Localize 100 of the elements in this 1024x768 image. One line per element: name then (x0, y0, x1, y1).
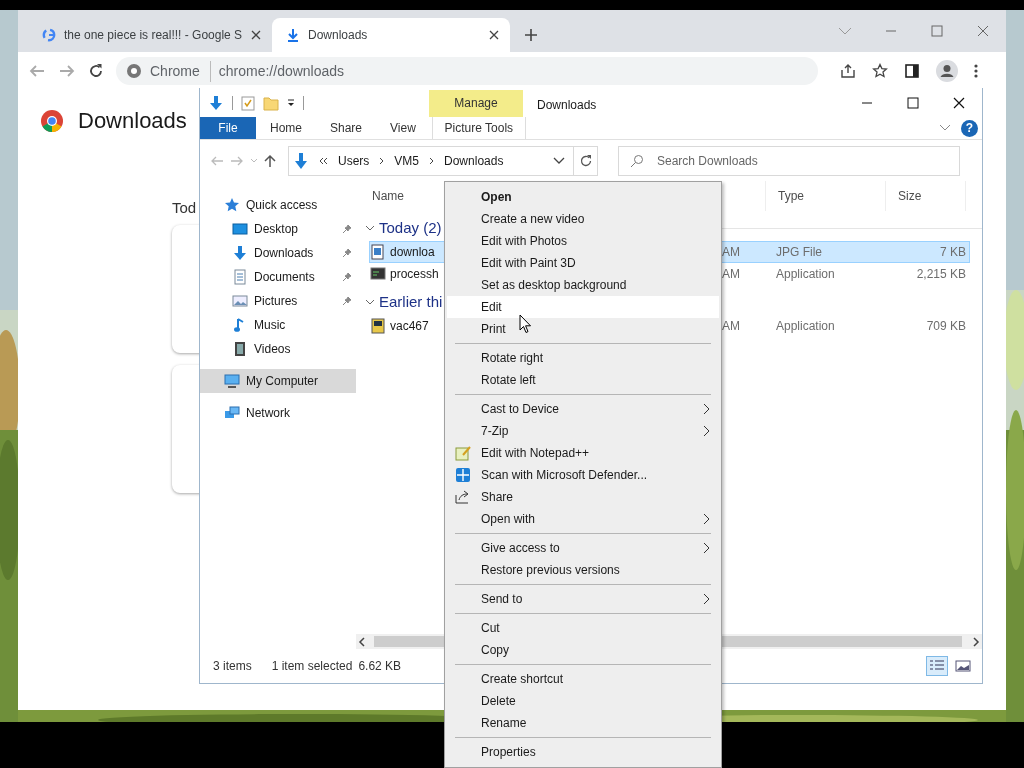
download-arrow-icon (232, 245, 248, 261)
menu-item[interactable]: Restore previous versions (447, 559, 719, 581)
nav-item[interactable]: Quick access (200, 193, 356, 217)
menu-item[interactable]: 7-Zip (447, 420, 719, 442)
menu-item[interactable]: Rotate left (447, 369, 719, 391)
breadcrumb[interactable]: Downloads (444, 152, 504, 170)
file-name[interactable]: vac467 (390, 317, 429, 335)
selection-size: 6.62 KB (358, 658, 402, 675)
menu-item[interactable]: Edit with Notepad++ (447, 442, 719, 464)
pin-icon (342, 296, 352, 306)
star-icon[interactable] (872, 63, 888, 79)
menu-item[interactable]: Share (447, 486, 719, 508)
nav-item[interactable]: Downloads (200, 241, 356, 265)
address-bar[interactable]: Chrome chrome://downloads (116, 57, 818, 85)
file-date: AM (722, 266, 741, 283)
file-name[interactable]: processh (390, 265, 439, 283)
overflow-chevron-icon[interactable] (319, 157, 328, 165)
share-icon[interactable] (840, 63, 856, 79)
menu-item[interactable]: Cut (447, 617, 719, 639)
close-icon[interactable] (250, 29, 263, 41)
section-heading: Tod (172, 198, 197, 218)
share-icon (455, 489, 471, 505)
menu-item[interactable]: Scan with Microsoft Defender... (447, 464, 719, 486)
menu-icon[interactable] (974, 63, 978, 79)
window-title: Downloads (536, 97, 598, 114)
side-panel-icon[interactable] (904, 63, 920, 79)
file-size: 709 KB (925, 318, 966, 335)
image-view-icon (955, 660, 971, 672)
menu-item[interactable]: Edit with Photos (447, 230, 719, 252)
download-arrow-icon[interactable] (208, 94, 224, 111)
star-icon (224, 197, 240, 213)
menu-item[interactable]: Send to (447, 588, 719, 610)
browser-tab[interactable]: the one piece is real!!! - Google S (28, 18, 260, 52)
item-count: 3 items (213, 658, 252, 675)
menu-item[interactable]: Cast to Device (447, 398, 719, 420)
menu-item[interactable]: Open with (447, 508, 719, 530)
notepad-icon (455, 445, 471, 461)
menu-item[interactable]: Create shortcut (447, 668, 719, 690)
menu-item[interactable]: Rotate right (447, 347, 719, 369)
address-field[interactable]: Users VM5 Downloads (288, 146, 598, 176)
ribbon-tab[interactable]: Home (256, 117, 316, 139)
file-size: 7 KB (939, 244, 966, 261)
site-chip: Chrome (150, 60, 211, 82)
nav-item[interactable]: Network (200, 401, 356, 425)
ribbon-tab[interactable]: File (200, 117, 256, 139)
picture-icon (232, 293, 248, 309)
help-button[interactable]: ? (961, 119, 978, 137)
close-icon[interactable] (488, 29, 500, 41)
document-icon (232, 269, 248, 285)
scroll-right-icon[interactable] (972, 636, 980, 647)
ribbon-context-tab[interactable]: Manage (429, 90, 523, 117)
browser-tab[interactable]: Downloads (272, 18, 510, 52)
menu-item[interactable]: Rename (447, 712, 719, 734)
column-header[interactable]: Size (886, 181, 966, 211)
chevron-down-icon[interactable] (365, 224, 375, 232)
up-icon[interactable] (264, 154, 276, 168)
profile-icon[interactable] (936, 60, 958, 82)
ribbon-tab[interactable]: Share (316, 117, 377, 139)
chrome-icon (126, 63, 142, 79)
search-field[interactable]: Search Downloads (618, 146, 960, 176)
menu-item[interactable]: Edit (447, 296, 719, 318)
menu-item[interactable]: Delete (447, 690, 719, 712)
column-header[interactable]: Type (766, 181, 886, 211)
menu-item[interactable]: Copy (447, 639, 719, 661)
close-icon[interactable] (953, 96, 965, 109)
menu-item[interactable]: Edit with Paint 3D (447, 252, 719, 274)
breadcrumb[interactable]: Users (338, 152, 370, 170)
scroll-left-icon[interactable] (358, 636, 366, 647)
chrome-logo-icon (40, 108, 64, 133)
maximize-icon[interactable] (907, 96, 919, 109)
menu-item[interactable]: Open (447, 186, 719, 208)
desktop-icon (232, 221, 248, 237)
network-icon (224, 405, 240, 421)
ribbon-tab[interactable]: View (376, 117, 430, 139)
group-heading[interactable]: Earlier thi (379, 290, 443, 314)
reload-icon[interactable] (88, 63, 104, 79)
menu-item[interactable]: Set as desktop background (447, 274, 719, 296)
menu-item[interactable]: Print (447, 318, 719, 340)
dropdown-icon[interactable] (287, 97, 295, 108)
nav-item[interactable]: Documents (200, 265, 356, 289)
shield-icon (455, 467, 471, 483)
new-tab-icon[interactable] (524, 28, 538, 42)
chevron-down-icon[interactable] (553, 157, 565, 165)
installer-icon (370, 318, 386, 334)
menu-item[interactable]: Give access to (447, 537, 719, 559)
nav-item[interactable]: Pictures (200, 289, 356, 313)
menu-item[interactable]: Create a new video (447, 208, 719, 230)
refresh-icon[interactable] (578, 154, 593, 168)
nav-item[interactable]: Desktop (200, 217, 356, 241)
file-name[interactable]: downloa (390, 243, 435, 261)
nav-item[interactable]: Music (200, 313, 356, 337)
nav-item[interactable]: Videos (200, 337, 356, 361)
download-arrow-icon (293, 152, 309, 170)
chevron-down-icon[interactable] (365, 298, 375, 306)
film-icon (232, 341, 248, 357)
group-heading[interactable]: Today (2) (379, 216, 442, 240)
menu-item[interactable]: Properties (447, 741, 719, 763)
breadcrumb[interactable]: VM5 (394, 152, 420, 170)
nav-item[interactable]: My Computer (200, 369, 356, 393)
ribbon-tab[interactable]: Picture Tools (431, 117, 526, 139)
